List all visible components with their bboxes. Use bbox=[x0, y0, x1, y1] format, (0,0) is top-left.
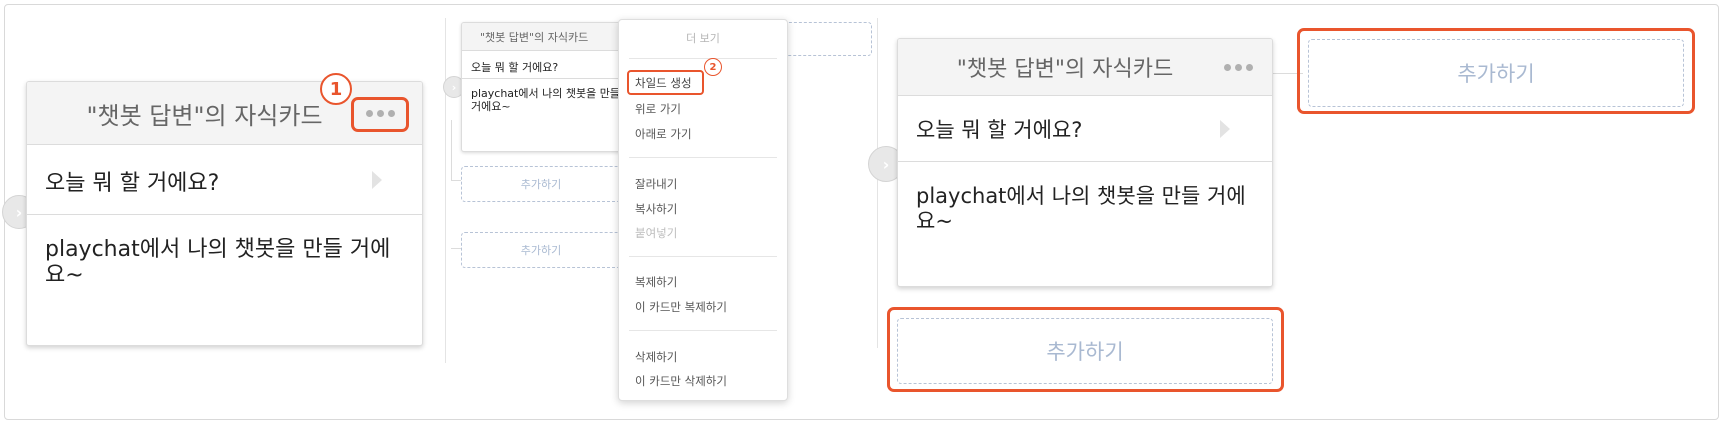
card-row-answer[interactable]: playchat에서 나의 챗봇을 만들 거에요~ bbox=[27, 215, 422, 345]
dot-icon bbox=[1245, 63, 1253, 71]
menu-title: 더 보기 bbox=[686, 32, 720, 45]
callout-step-1: 1 bbox=[320, 73, 352, 105]
card-row-answer[interactable]: playchat에서 나의 챗봇을 만들 거에요~ bbox=[898, 162, 1272, 286]
card-title: "챗봇 답변"의 자식카드 bbox=[480, 30, 589, 44]
menu-divider bbox=[629, 256, 777, 257]
row-arrow-icon bbox=[1220, 120, 1230, 138]
row-text: playchat에서 나의 챗봇을 만들 거에요~ bbox=[45, 237, 391, 288]
menu-divider bbox=[629, 330, 777, 331]
menu-item-delete-card-only[interactable]: 이 카드만 삭제하기 bbox=[635, 373, 727, 389]
row-text: playchat에서 나의 챗봇을 만들 거에요~ bbox=[471, 87, 620, 113]
row-text: 오늘 뭐 할 거에요? bbox=[916, 118, 1083, 142]
more-options-button[interactable] bbox=[1218, 55, 1258, 79]
add-card-button[interactable]: 추가하기 bbox=[461, 232, 621, 268]
menu-item-duplicate-card-only[interactable]: 이 카드만 복제하기 bbox=[635, 299, 727, 315]
menu-divider bbox=[629, 58, 777, 59]
child-card-small: "챗봇 답변"의 자식카드 오늘 뭐 할 거에요? playchat에서 나의 … bbox=[461, 22, 641, 152]
menu-item-paste[interactable]: 붙여넣기 bbox=[635, 225, 677, 241]
card-title: "챗봇 답변"의 자식카드 bbox=[956, 57, 1174, 82]
card-header: "챗봇 답변"의 자식카드 bbox=[898, 39, 1272, 96]
panel-divider bbox=[877, 18, 878, 348]
callout-step-2: 2 bbox=[704, 58, 722, 76]
row-text: playchat에서 나의 챗봇을 만들 거에요~ bbox=[916, 184, 1246, 233]
card-title: "챗봇 답변"의 자식카드 bbox=[86, 101, 323, 130]
menu-item-move-down[interactable]: 아래로 가기 bbox=[635, 126, 692, 142]
card-row-question[interactable]: 오늘 뭐 할 거에요? bbox=[462, 51, 640, 79]
child-card: "챗봇 답변"의 자식카드 오늘 뭐 할 거에요? playchat에서 나의 … bbox=[897, 38, 1273, 287]
dot-icon bbox=[1223, 63, 1231, 71]
menu-item-move-up[interactable]: 위로 가기 bbox=[635, 101, 681, 117]
dot-icon bbox=[1234, 63, 1242, 71]
panel-divider bbox=[445, 18, 446, 363]
highlight-more-button bbox=[351, 97, 409, 132]
highlight-add-child bbox=[887, 307, 1284, 392]
card-row-answer[interactable]: playchat에서 나의 챗봇을 만들 거에요~ bbox=[462, 79, 640, 151]
highlight-create-child bbox=[627, 70, 704, 95]
tree-connector bbox=[451, 120, 452, 180]
row-text: 오늘 뭐 할 거에요? bbox=[45, 171, 220, 196]
menu-item-delete[interactable]: 삭제하기 bbox=[635, 349, 677, 365]
add-card-button[interactable]: 추가하기 bbox=[461, 166, 621, 202]
highlight-add-sibling bbox=[1297, 28, 1695, 114]
menu-item-duplicate[interactable]: 복제하기 bbox=[635, 274, 677, 290]
menu-divider bbox=[629, 157, 777, 158]
row-text: 오늘 뭐 할 거에요? bbox=[471, 61, 559, 74]
card-header: "챗봇 답변"의 자식카드 bbox=[462, 23, 640, 51]
row-arrow-icon bbox=[372, 171, 382, 189]
menu-item-copy[interactable]: 복사하기 bbox=[635, 201, 677, 217]
card-row-question[interactable]: 오늘 뭐 할 거에요? bbox=[898, 96, 1272, 162]
menu-item-cut[interactable]: 잘라내기 bbox=[635, 176, 677, 192]
card-row-question[interactable]: 오늘 뭐 할 거에요? bbox=[27, 145, 422, 215]
